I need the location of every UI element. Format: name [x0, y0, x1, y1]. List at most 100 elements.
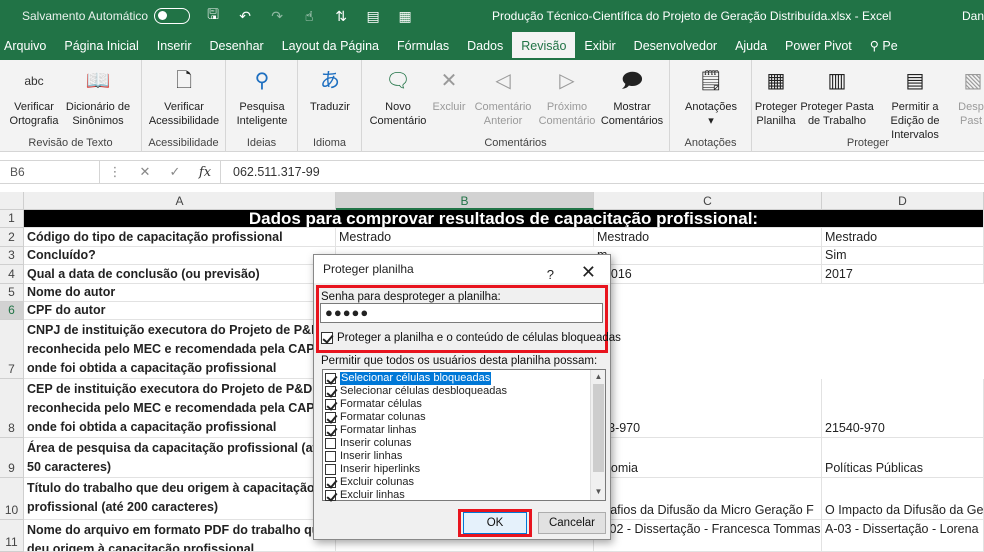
- row-header[interactable]: 2: [0, 228, 24, 247]
- thesaurus-button[interactable]: 📖 Dicionário de Sinônimos: [62, 64, 134, 128]
- option-checkbox[interactable]: [325, 490, 336, 501]
- cell-d3[interactable]: Sim: [822, 247, 984, 265]
- list-item[interactable]: Excluir colunas: [325, 476, 414, 489]
- delete-comment-button[interactable]: ✕ Excluir: [428, 64, 470, 114]
- tell-me-search[interactable]: ⚲ Pe: [861, 32, 907, 60]
- next-comment-button[interactable]: ▷ Próximo Comentário: [536, 64, 598, 128]
- cancel-icon[interactable]: ✕: [130, 164, 160, 180]
- save-icon[interactable]: 🖫: [204, 4, 222, 28]
- option-checkbox[interactable]: [325, 399, 336, 410]
- cell-c4[interactable]: , 2016: [594, 265, 822, 284]
- cell-c10[interactable]: esafios da Difusão da Micro Geração F: [594, 478, 822, 520]
- cell-a8[interactable]: CEP de instituição executora do Projeto …: [24, 379, 336, 438]
- cell-a6[interactable]: CPF do autor: [24, 302, 336, 320]
- option-checkbox[interactable]: [325, 386, 336, 397]
- user-name[interactable]: Dan: [962, 9, 984, 23]
- row-header[interactable]: 10: [0, 478, 24, 520]
- tab-ajuda[interactable]: Ajuda: [726, 32, 776, 60]
- list-item[interactable]: Inserir linhas: [325, 450, 402, 463]
- cell-d9[interactable]: Políticas Públicas: [822, 438, 984, 478]
- check-accessibility-button[interactable]: 🗋 Verificar Acessibilidade: [146, 64, 222, 128]
- tab-desenhar[interactable]: Desenhar: [200, 32, 272, 60]
- tab-pagina-inicial[interactable]: Página Inicial: [55, 32, 147, 60]
- select-all-corner[interactable]: [0, 192, 24, 210]
- scroll-down-icon[interactable]: ▼: [591, 487, 606, 496]
- scroll-up-icon[interactable]: ▲: [591, 372, 606, 381]
- option-checkbox[interactable]: [325, 451, 336, 462]
- enter-icon[interactable]: ✓: [160, 164, 190, 180]
- cancel-button[interactable]: Cancelar: [538, 512, 606, 534]
- tab-dados[interactable]: Dados: [458, 32, 512, 60]
- table-header-title[interactable]: Dados para comprovar resultados de capac…: [24, 210, 984, 228]
- option-checkbox[interactable]: [325, 425, 336, 436]
- row-header[interactable]: 7: [0, 320, 24, 379]
- list-item[interactable]: Formatar colunas: [325, 411, 426, 424]
- tab-revisao[interactable]: Revisão: [512, 32, 576, 60]
- cell-c8[interactable]: 1-3-970: [594, 379, 822, 438]
- ok-button[interactable]: OK: [463, 512, 527, 534]
- option-checkbox[interactable]: [325, 477, 336, 488]
- option-checkbox[interactable]: [325, 438, 336, 449]
- cell-a3[interactable]: Concluído?: [24, 247, 336, 265]
- previous-comment-button[interactable]: ◁ Comentário Anterior: [470, 64, 536, 128]
- list-item[interactable]: Inserir hiperlinks: [325, 463, 420, 476]
- cell-a11[interactable]: Nome do arquivo em formato PDF do trabal…: [24, 520, 336, 552]
- row-header[interactable]: 9: [0, 438, 24, 478]
- tab-layout-pagina[interactable]: Layout da Página: [273, 32, 388, 60]
- list-item[interactable]: Formatar linhas: [325, 424, 416, 437]
- protect-workbook-button[interactable]: ▥ Proteger Pasta de Trabalho: [800, 64, 874, 128]
- row-header[interactable]: 4: [0, 265, 24, 284]
- list-item[interactable]: Selecionar células bloqueadas: [325, 372, 492, 385]
- form-icon[interactable]: ▤: [364, 8, 382, 25]
- cell-a9[interactable]: Área de pesquisa da capacitação profissi…: [24, 438, 336, 478]
- tab-inserir[interactable]: Inserir: [148, 32, 201, 60]
- cell-d2[interactable]: Mestrado: [822, 228, 984, 247]
- list-item[interactable]: Excluir linhas: [325, 489, 405, 502]
- name-box[interactable]: B6: [0, 161, 100, 183]
- tab-exibir[interactable]: Exibir: [575, 32, 624, 60]
- cell-c2[interactable]: Mestrado: [594, 228, 822, 247]
- insert-function-icon[interactable]: fx: [190, 165, 220, 180]
- cell-a4[interactable]: Qual a data de conclusão (ou previsão): [24, 265, 336, 284]
- cell-c9[interactable]: onomia: [594, 438, 822, 478]
- list-item[interactable]: Inserir colunas: [325, 437, 412, 450]
- column-header-b[interactable]: B: [336, 192, 594, 210]
- touch-mode-icon[interactable]: ☝: [300, 8, 318, 25]
- protect-sheet-button[interactable]: ▦ Proteger Planilha: [752, 64, 800, 128]
- cell-b2[interactable]: Mestrado: [336, 228, 594, 247]
- unshare-workbook-button[interactable]: ▧ Desp Past: [958, 64, 984, 128]
- row-header[interactable]: 3: [0, 247, 24, 265]
- column-header-a[interactable]: A: [24, 192, 336, 210]
- row-header[interactable]: 11: [0, 520, 24, 552]
- redo-icon[interactable]: ↷: [268, 8, 286, 25]
- row-header[interactable]: 8: [0, 379, 24, 438]
- cell-a5[interactable]: Nome do autor: [24, 284, 336, 302]
- translate-button[interactable]: あ Traduzir: [302, 64, 358, 114]
- column-header-d[interactable]: D: [822, 192, 984, 210]
- notes-button[interactable]: 🗒 Anotações ▾: [674, 64, 748, 128]
- list-item[interactable]: Formatar células: [325, 398, 422, 411]
- option-checkbox[interactable]: [325, 464, 336, 475]
- sort-icon[interactable]: ⇅: [332, 8, 350, 25]
- show-comments-button[interactable]: 🗩 Mostrar Comentários: [598, 64, 666, 128]
- undo-icon[interactable]: ↶: [236, 8, 254, 25]
- tab-power-pivot[interactable]: Power Pivot: [776, 32, 861, 60]
- formula-input[interactable]: 062.511.317-99: [220, 161, 984, 183]
- column-header-c[interactable]: C: [594, 192, 822, 210]
- scrollbar-thumb[interactable]: [593, 384, 604, 472]
- cell-d4[interactable]: 2017: [822, 265, 984, 284]
- tab-arquivo[interactable]: Arquivo: [0, 32, 55, 60]
- close-icon[interactable]: ✕: [581, 258, 596, 286]
- permissions-list[interactable]: Selecionar células bloqueadas Selecionar…: [322, 369, 606, 501]
- row-header[interactable]: 5: [0, 284, 24, 302]
- row-header[interactable]: 1: [0, 210, 24, 228]
- password-input[interactable]: ●●●●●: [320, 303, 603, 323]
- tab-formulas[interactable]: Fórmulas: [388, 32, 458, 60]
- new-comment-button[interactable]: 🗨 Novo Comentário: [366, 64, 430, 128]
- cell-a2[interactable]: Código do tipo de capacitação profission…: [24, 228, 336, 247]
- cell-c3[interactable]: m: [594, 247, 822, 265]
- option-checkbox[interactable]: [325, 412, 336, 423]
- option-checkbox[interactable]: [325, 373, 336, 384]
- autosave-toggle[interactable]: [154, 8, 191, 24]
- cell-d10[interactable]: O Impacto da Difusão da Ger: [822, 478, 984, 520]
